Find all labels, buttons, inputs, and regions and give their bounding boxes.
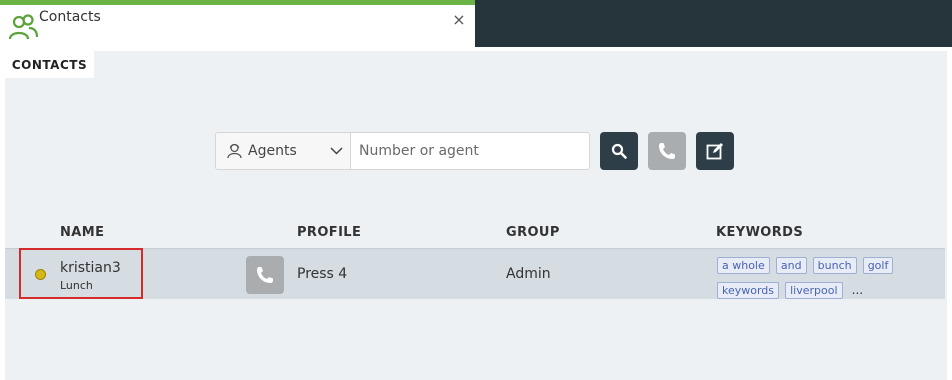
window-title: Contacts	[39, 9, 101, 25]
window-tab[interactable]: Contacts ×	[0, 0, 475, 47]
compose-button[interactable]	[696, 132, 734, 170]
keyword-tag[interactable]: keywords	[717, 282, 780, 299]
table-row[interactable]: kristian3 Lunch Press 4 Admin a whole an…	[5, 248, 945, 299]
column-header-profile[interactable]: PROFILE	[297, 225, 361, 240]
contact-call-button[interactable]	[246, 256, 284, 294]
keyword-tag[interactable]: liverpool	[785, 282, 843, 299]
status-dot	[35, 269, 46, 280]
search-input[interactable]	[350, 132, 590, 170]
panel-right-edge	[947, 47, 952, 380]
contacts-icon	[8, 14, 38, 40]
agent-filter-label: Agents	[248, 143, 297, 159]
contact-profile: Press 4	[297, 266, 348, 282]
keyword-tag[interactable]: bunch	[812, 257, 857, 274]
panel-left-edge	[0, 47, 5, 380]
call-button[interactable]	[648, 132, 686, 170]
contact-status: Lunch	[60, 279, 93, 292]
search-button[interactable]	[600, 132, 638, 170]
phone-icon	[257, 267, 273, 283]
keyword-tag[interactable]: a whole	[717, 257, 770, 274]
panel-top-strip	[0, 47, 952, 51]
close-icon[interactable]: ×	[451, 12, 467, 28]
column-header-name[interactable]: NAME	[60, 225, 104, 240]
keyword-tag[interactable]: golf	[862, 257, 894, 274]
edit-icon	[706, 143, 723, 160]
agent-icon	[227, 143, 242, 159]
tab-contacts[interactable]: CONTACTS	[5, 51, 94, 78]
chevron-down-icon	[330, 147, 343, 155]
contact-name: kristian3	[60, 260, 121, 276]
contact-group: Admin	[506, 266, 551, 282]
column-header-group[interactable]: GROUP	[506, 225, 560, 240]
search-icon	[611, 143, 627, 159]
keyword-list: a whole and bunch golf keywords liverpoo…	[717, 254, 917, 304]
keyword-tag[interactable]: and	[775, 257, 807, 274]
contacts-panel: CONTACTS Agents NAME	[0, 47, 952, 380]
phone-icon	[659, 143, 675, 159]
column-header-keywords[interactable]: KEYWORDS	[716, 225, 803, 240]
more-keywords[interactable]: ...	[852, 283, 863, 297]
agent-filter-select[interactable]: Agents	[215, 132, 351, 170]
